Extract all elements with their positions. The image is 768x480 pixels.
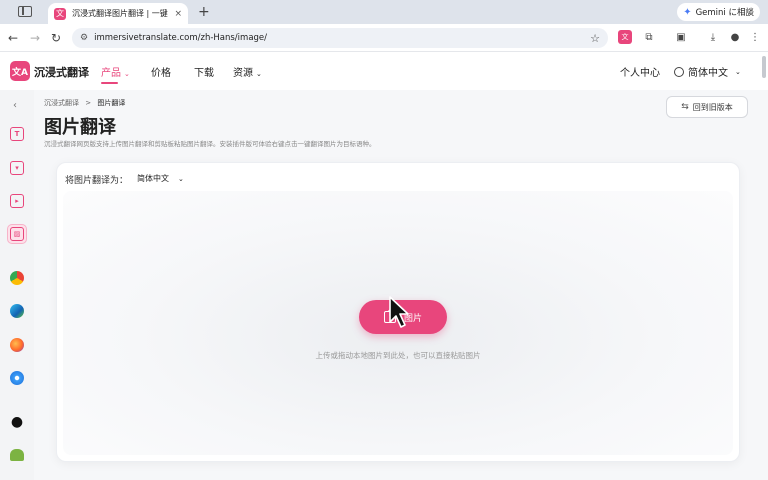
browser-tab-active[interactable]: 文 沉浸式翻译图片翻译 | 一键OCR × — [48, 3, 188, 24]
page-scrollbar[interactable] — [762, 56, 766, 78]
rail-edge[interactable] — [7, 301, 27, 321]
back-to-old-version-label: 回到旧版本 — [692, 102, 733, 112]
extensions-puzzle-icon[interactable]: ⧉ — [642, 30, 656, 44]
logo-icon[interactable]: 文A — [10, 61, 30, 81]
sidebar-toggle-icon[interactable] — [18, 6, 32, 17]
site-info-icon[interactable]: ⚙ — [80, 33, 88, 43]
nav-pricing-label: 价格 — [151, 68, 171, 79]
android-icon — [10, 449, 24, 461]
subtitle-icon: ▸ — [10, 194, 24, 208]
download-icon[interactable]: ⤓ — [706, 30, 720, 44]
translate-to-label: 将图片翻译为： — [65, 176, 129, 186]
breadcrumb-separator: > — [85, 99, 92, 107]
url-text: immersivetranslate.com/zh-Hans/image/ — [94, 33, 268, 43]
immersive-translate-extension-icon[interactable]: 文 — [618, 30, 632, 44]
target-language-value: 简体中文 — [137, 174, 169, 183]
tool-rail: ‹ T ▾ ▸ ▨ ● — [0, 90, 34, 480]
target-language-select[interactable]: 简体中文 ⌄ — [137, 173, 184, 184]
tab-favicon-icon: 文 — [54, 7, 66, 20]
rail-subtitle[interactable]: ▸ — [7, 191, 27, 211]
brand-name[interactable]: 沉浸式翻译 — [34, 64, 89, 80]
breadcrumb-root[interactable]: 沉浸式翻译 — [44, 99, 79, 107]
nav-resources-label: 资源 — [233, 68, 253, 79]
nav-resources[interactable]: 资源 ⌄ — [233, 64, 262, 79]
browser-tabstrip: 文 沉浸式翻译图片翻译 | 一键OCR × + ✦ Gemini に相談 — [0, 0, 768, 24]
rail-firefox[interactable] — [7, 335, 27, 355]
text-translate-icon: T — [10, 127, 24, 141]
rail-video-translate[interactable]: ▾ — [7, 158, 27, 178]
bookmark-star-icon[interactable]: ☆ — [590, 32, 600, 45]
firefox-icon — [10, 338, 24, 352]
breadcrumb-current: 图片翻译 — [97, 99, 126, 107]
gemini-button[interactable]: ✦ Gemini に相談 — [677, 3, 760, 21]
more-menu-icon[interactable]: ⋮ — [748, 30, 762, 44]
apple-icon: ● — [10, 414, 24, 430]
new-tab-button[interactable]: + — [198, 4, 210, 20]
forward-arrow-icon[interactable]: → — [30, 30, 40, 46]
collapse-rail-icon[interactable]: ‹ — [13, 100, 17, 111]
back-to-old-version-button[interactable]: ⇆ 回到旧版本 — [666, 96, 748, 118]
nav-download-label: 下载 — [194, 68, 214, 79]
nav-download[interactable]: 下载 — [194, 64, 214, 79]
rail-android[interactable] — [7, 445, 27, 465]
page-title: 图片翻译 — [44, 117, 116, 138]
edge-icon — [10, 304, 24, 318]
gemini-sparkle-icon: ✦ — [683, 6, 692, 18]
mouse-cursor-icon — [389, 296, 409, 328]
address-bar[interactable]: ⚙ immersivetranslate.com/zh-Hans/image/ … — [72, 28, 608, 48]
nav-product[interactable]: 产品 ⌄ — [101, 64, 130, 84]
return-arrow-icon: ⇆ — [681, 102, 689, 112]
user-center-link[interactable]: 个人中心 — [620, 64, 660, 79]
nav-pricing[interactable]: 价格 — [151, 64, 171, 79]
chevron-down-icon: ⌄ — [124, 70, 130, 78]
nav-product-label: 产品 — [101, 68, 121, 79]
rail-chrome[interactable] — [7, 268, 27, 288]
rail-text-translate[interactable]: T — [7, 124, 27, 144]
chrome-icon — [10, 271, 24, 285]
upload-hint: 上传或拖动本地图片到此处，也可以直接粘贴图片 — [315, 351, 481, 360]
reading-mode-icon[interactable]: ▣ — [674, 30, 688, 44]
chevron-down-icon: ⌄ — [256, 70, 262, 78]
tab-close-icon[interactable]: × — [174, 9, 182, 19]
breadcrumb: 沉浸式翻译 > 图片翻译 — [44, 98, 125, 108]
main-content: 沉浸式翻译 > 图片翻译 图片翻译 沉浸式翻译网页版支持上传图片翻译和剪贴板粘贴… — [34, 90, 768, 480]
site-header: 文A 沉浸式翻译 产品 ⌄ 价格 下载 资源 ⌄ 个人中心 简体中文 ⌄ — [0, 52, 768, 90]
rail-image-translate[interactable]: ▨ — [7, 224, 27, 244]
safari-icon — [10, 371, 24, 385]
rail-apple[interactable]: ● — [7, 412, 27, 432]
language-switcher[interactable]: 简体中文 ⌄ — [674, 64, 741, 79]
back-arrow-icon[interactable]: ← — [8, 30, 18, 46]
profile-avatar-icon[interactable]: ● — [728, 30, 742, 44]
image-translate-icon: ▨ — [10, 227, 24, 241]
tab-title: 沉浸式翻译图片翻译 | 一键OCR — [72, 9, 168, 18]
chevron-down-icon: ⌄ — [735, 67, 741, 76]
browser-toolbar: ← → ↻ ⚙ immersivetranslate.com/zh-Hans/i… — [0, 24, 768, 52]
reload-icon[interactable]: ↻ — [51, 30, 61, 46]
gemini-label: Gemini に相談 — [695, 8, 754, 18]
page-description: 沉浸式翻译网页版支持上传图片翻译和剪贴板粘贴图片翻译。安装插件版可体验右键点击一… — [44, 140, 376, 148]
rail-safari[interactable] — [7, 368, 27, 388]
language-label: 简体中文 — [688, 68, 728, 79]
chevron-down-icon: ⌄ — [178, 174, 184, 183]
globe-icon — [674, 66, 684, 77]
video-translate-icon: ▾ — [10, 161, 24, 175]
